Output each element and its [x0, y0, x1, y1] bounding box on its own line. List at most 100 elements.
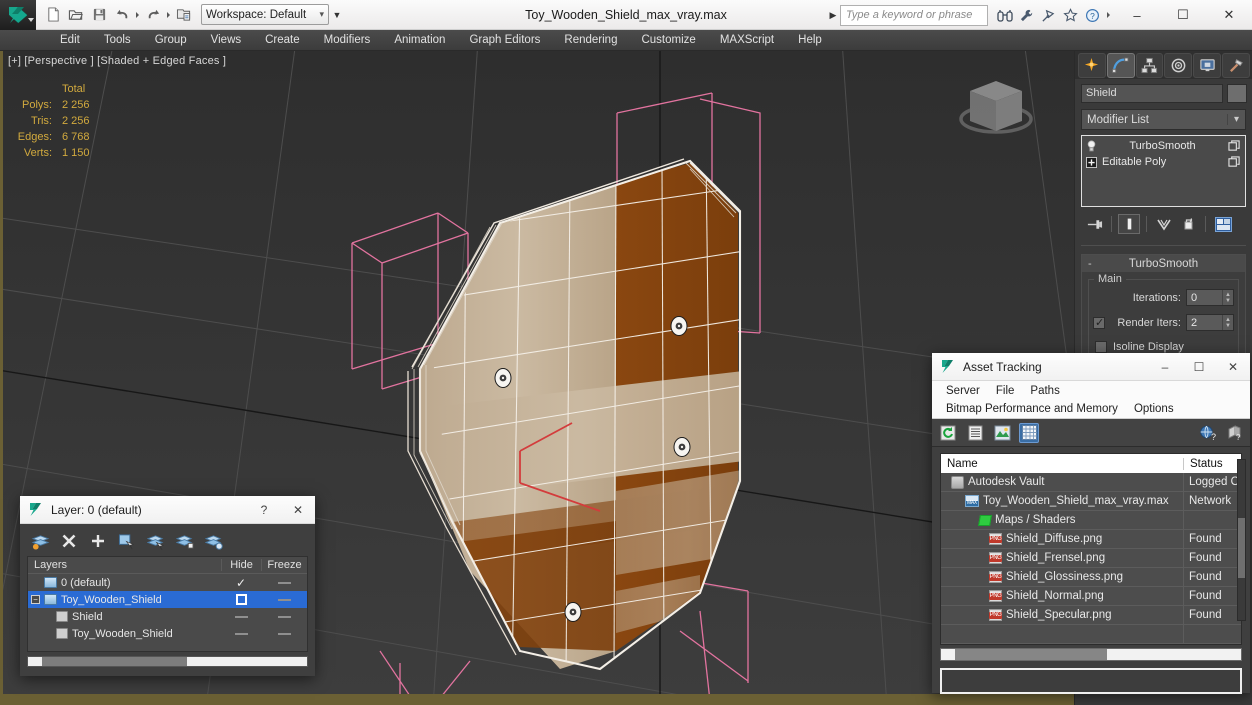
- asset-menu-options[interactable]: Options: [1126, 402, 1182, 416]
- logo-dropdown-caret[interactable]: [28, 17, 34, 22]
- layer-row[interactable]: 0 (default) ✓: [28, 574, 307, 591]
- table-row[interactable]: PNG Shield_Normal.png Found: [941, 587, 1241, 606]
- 3dsmax-logo-icon[interactable]: ◆: [0, 0, 36, 30]
- menu-item-edit[interactable]: Edit: [48, 32, 92, 48]
- refresh-button[interactable]: [938, 423, 958, 443]
- create-new-layer-button[interactable]: [30, 531, 50, 551]
- menu-item-graph-editors[interactable]: Graph Editors: [457, 32, 552, 48]
- layer-freeze-cell[interactable]: [261, 581, 307, 584]
- make-unique-button[interactable]: [1153, 214, 1175, 234]
- render-iters-spinner[interactable]: 2 ▲ ▼: [1186, 314, 1234, 331]
- asset-dialog-minimize-button[interactable]: –: [1148, 353, 1182, 381]
- star-icon[interactable]: [1061, 6, 1080, 25]
- asset-dialog-close-button[interactable]: ✕: [1216, 353, 1250, 381]
- workspace-dropdown-button[interactable]: ▼: [329, 4, 345, 25]
- pin-stack-button[interactable]: [1083, 214, 1105, 234]
- layer-hide-cell[interactable]: ✓: [221, 576, 261, 590]
- remove-modifier-button[interactable]: [1177, 214, 1199, 234]
- asset-tracking-dialog[interactable]: Asset Tracking – ☐ ✕ Server File Paths B…: [932, 353, 1250, 694]
- spinner-arrows-icon[interactable]: ▲ ▼: [1222, 290, 1233, 305]
- asset-column-status[interactable]: Status: [1183, 457, 1241, 470]
- undo-dropdown-caret[interactable]: [136, 11, 139, 18]
- rollout-header[interactable]: - TurboSmooth: [1082, 255, 1245, 272]
- wrench-icon[interactable]: [1017, 6, 1036, 25]
- set-project-folder-button[interactable]: [173, 4, 195, 26]
- asset-menu-file[interactable]: File: [988, 384, 1023, 398]
- table-row-empty[interactable]: [941, 625, 1241, 644]
- create-tab[interactable]: [1078, 53, 1106, 78]
- menu-item-rendering[interactable]: Rendering: [552, 32, 629, 48]
- menu-item-animation[interactable]: Animation: [382, 32, 457, 48]
- layer-horizontal-scrollbar[interactable]: [27, 656, 308, 667]
- workspace-selector[interactable]: Workspace: Default ▾: [201, 4, 329, 25]
- display-tab[interactable]: [1193, 53, 1222, 78]
- layer-dialog-help-button[interactable]: ?: [247, 496, 281, 524]
- layer-freeze-cell[interactable]: [261, 632, 307, 635]
- asset-menu-bitmap-performance[interactable]: Bitmap Performance and Memory: [938, 402, 1126, 416]
- set-current-layer-button[interactable]: [204, 531, 224, 551]
- open-file-button[interactable]: [65, 4, 87, 26]
- layer-hide-cell[interactable]: [221, 594, 261, 605]
- infocenter-expand-icon[interactable]: ▶: [826, 4, 840, 26]
- iterations-spinner[interactable]: 0 ▲ ▼: [1186, 289, 1234, 306]
- satellite-dish-icon[interactable]: [1039, 6, 1058, 25]
- viewport-label[interactable]: [+] [Perspective ] [Shaded + Edged Faces…: [8, 55, 226, 67]
- layer-freeze-cell[interactable]: [261, 598, 307, 601]
- thumbnail-view-button[interactable]: [992, 423, 1012, 443]
- asset-column-name[interactable]: Name: [941, 458, 1183, 470]
- list-view-button[interactable]: [965, 423, 985, 443]
- layer-dialog[interactable]: Layer: 0 (default) ? ✕ Layers Hide Freez…: [20, 496, 315, 676]
- scrollbar-thumb[interactable]: [955, 649, 1107, 660]
- asset-vertical-scrollbar[interactable]: [1237, 459, 1246, 621]
- asset-dialog-titlebar[interactable]: Asset Tracking – ☐ ✕: [932, 353, 1250, 381]
- table-row[interactable]: Toy_Wooden_Shield_max_vray.max Network: [941, 492, 1241, 511]
- menu-item-group[interactable]: Group: [143, 32, 199, 48]
- modifier-stack-item-editable-poly[interactable]: Editable Poly: [1082, 154, 1245, 170]
- scrollbar-thumb[interactable]: [1238, 518, 1245, 578]
- modifier-stack-item-turbosmooth[interactable]: TurboSmooth: [1082, 138, 1245, 154]
- menu-item-tools[interactable]: Tools: [92, 32, 143, 48]
- select-highlighted-layer-button[interactable]: [146, 531, 166, 551]
- redo-button[interactable]: [142, 4, 164, 26]
- binoculars-icon[interactable]: [995, 6, 1014, 25]
- utilities-tab[interactable]: [1222, 53, 1250, 78]
- layer-hide-cell[interactable]: [221, 615, 261, 618]
- isoline-display-checkbox[interactable]: [1095, 341, 1107, 353]
- table-row[interactable]: Autodesk Vault Logged O: [941, 473, 1241, 492]
- show-end-result-button[interactable]: [1118, 214, 1140, 234]
- layer-dialog-close-button[interactable]: ✕: [281, 496, 315, 524]
- window-minimize-button[interactable]: –: [1114, 0, 1160, 30]
- select-objects-in-layer-button[interactable]: [117, 531, 137, 551]
- table-row[interactable]: PNG Shield_Diffuse.png Found: [941, 530, 1241, 549]
- new-file-button[interactable]: [42, 4, 64, 26]
- asset-table[interactable]: Name Status Autodesk Vault Logged O Toy_…: [940, 453, 1242, 645]
- asset-dialog-maximize-button[interactable]: ☐: [1182, 353, 1216, 381]
- asset-menu-server[interactable]: Server: [938, 384, 988, 398]
- layer-row[interactable]: − Toy_Wooden_Shield: [28, 591, 307, 608]
- layer-row[interactable]: Shield: [28, 608, 307, 625]
- configure-modifier-sets-button[interactable]: [1212, 214, 1234, 234]
- motion-tab[interactable]: [1164, 53, 1193, 78]
- modifier-stack[interactable]: TurboSmooth Editable Poly: [1081, 135, 1246, 207]
- add-selected-objects-button[interactable]: [175, 531, 195, 551]
- menu-item-maxscript[interactable]: MAXScript: [708, 32, 786, 48]
- redo-dropdown-caret[interactable]: [167, 11, 170, 18]
- menu-item-views[interactable]: Views: [199, 32, 253, 48]
- modifier-list-dropdown[interactable]: Modifier List ▾: [1081, 109, 1246, 130]
- menu-item-modifiers[interactable]: Modifiers: [312, 32, 383, 48]
- scrollbar-thumb[interactable]: [42, 657, 187, 666]
- object-color-swatch[interactable]: [1227, 84, 1247, 103]
- help-paths-button[interactable]: ?: [1224, 423, 1244, 443]
- render-iters-checkbox[interactable]: [1093, 316, 1105, 329]
- layer-list[interactable]: Layers Hide Freeze 0 (default) ✓ − Toy_W…: [27, 556, 308, 652]
- layer-hide-cell[interactable]: [221, 632, 261, 635]
- window-close-button[interactable]: ✕: [1206, 0, 1252, 30]
- hierarchy-tab[interactable]: [1135, 53, 1164, 78]
- spinner-arrows-icon[interactable]: ▲ ▼: [1222, 315, 1233, 330]
- save-file-button[interactable]: [88, 4, 110, 26]
- help-dropdown-caret[interactable]: [1107, 12, 1110, 18]
- menu-item-create[interactable]: Create: [253, 32, 312, 48]
- view-cube[interactable]: [950, 67, 1042, 151]
- asset-horizontal-scrollbar[interactable]: [940, 648, 1242, 661]
- layer-freeze-cell[interactable]: [261, 615, 307, 618]
